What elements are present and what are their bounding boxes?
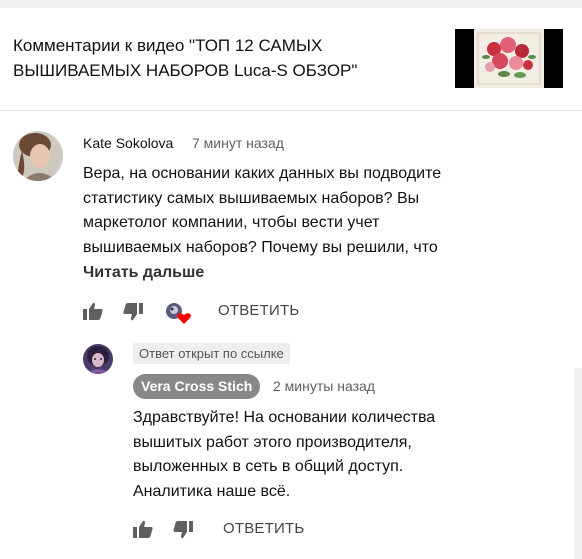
- video-title[interactable]: Комментарии к видео "ТОП 12 САМЫХ ВЫШИВА…: [13, 33, 433, 83]
- video-title-line-2: ВЫШИВАЕМЫХ НАБОРОВ Luca-S ОБЗОР": [13, 61, 358, 80]
- comment-line: маркетолог компании, чтобы вести учет: [83, 214, 380, 231]
- reply-line: выложенных в сеть в общий доступ.: [133, 458, 404, 475]
- creator-heart-icon: [165, 302, 193, 326]
- comment-author[interactable]: Kate Sokolova: [83, 135, 173, 151]
- reply-line: Здравствуйте! На основании количества: [133, 409, 436, 426]
- thumb-up-icon[interactable]: [133, 520, 153, 538]
- video-thumbnail[interactable]: [455, 29, 563, 88]
- comment-line: статистику самых вышиваемых наборов? Вы: [83, 189, 420, 207]
- reply-button[interactable]: ОТВЕТИТЬ: [218, 302, 299, 319]
- kate-sokolova-avatar[interactable]: [13, 131, 63, 181]
- comment-line: вышиваемых наборов? Почему вы решили, чт…: [83, 238, 438, 256]
- read-more-link[interactable]: Читать дальше: [83, 264, 204, 282]
- thumb-up-icon[interactable]: [83, 302, 103, 320]
- reply-author-badge[interactable]: Vera Cross Stich: [133, 374, 261, 399]
- reply-text: Здравствуйте! На основании количества вы…: [133, 406, 553, 504]
- thumbnail-image: [474, 29, 544, 88]
- comment-text: Вера, на основании каких данных вы подво…: [83, 162, 553, 260]
- reply-time[interactable]: 2 минуты назад: [273, 378, 375, 394]
- top-strip: [0, 0, 582, 8]
- linked-comment-badge: Ответ открыт по ссылке: [133, 343, 290, 364]
- reply-line: вышитых работ этого производителя,: [133, 433, 412, 451]
- reply-button[interactable]: ОТВЕТИТЬ: [223, 520, 304, 537]
- scroll-edge: [574, 368, 582, 559]
- reply-line: Аналитика наше всё.: [133, 482, 291, 500]
- thumb-down-icon[interactable]: [123, 303, 143, 321]
- vera-cross-stich-avatar[interactable]: [83, 344, 113, 374]
- comments-header: Комментарии к видео "ТОП 12 САМЫХ ВЫШИВА…: [0, 8, 582, 111]
- comment-time[interactable]: 7 минут назад: [192, 135, 284, 151]
- thumb-down-icon[interactable]: [173, 521, 193, 539]
- video-title-line-1: Комментарии к видео "ТОП 12 САМЫХ: [13, 36, 323, 55]
- comment-line: Вера, на основании каких данных вы подво…: [83, 165, 442, 182]
